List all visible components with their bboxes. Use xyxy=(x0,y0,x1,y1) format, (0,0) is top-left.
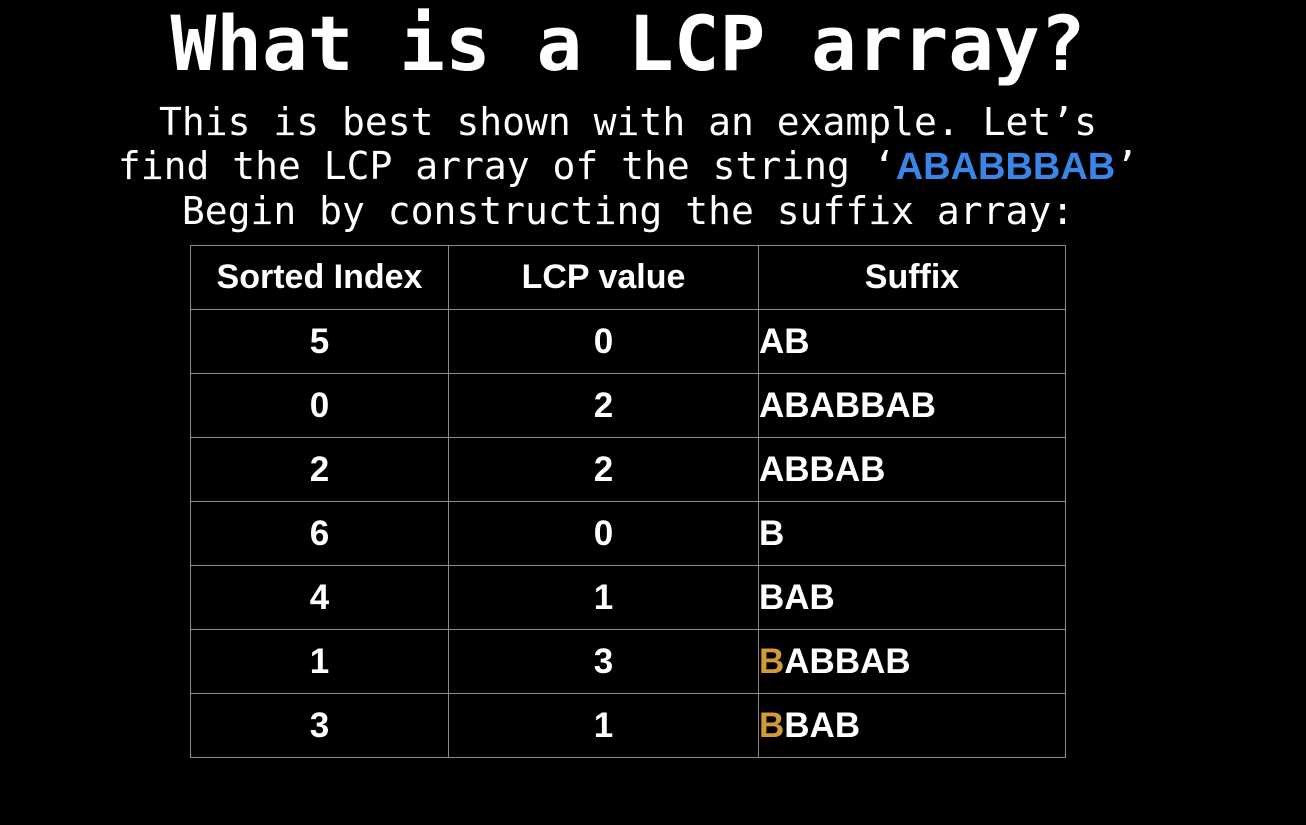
suffix-cell: BABBAB xyxy=(758,629,1066,694)
example-string: ABABBBAB xyxy=(895,146,1116,188)
lcp-value-cell: 3 xyxy=(448,629,759,694)
suffix-cell: ABBAB xyxy=(758,437,1066,502)
sorted-index-cell: 1 xyxy=(190,629,449,694)
lcp-value-cell: 2 xyxy=(448,373,759,438)
header-suffix: Suffix xyxy=(758,245,1066,310)
intro-line-2: find the LCP array of the string ‘ABABBB… xyxy=(0,144,1256,189)
suffix-cell: BBAB xyxy=(758,693,1066,758)
table-row: 6 0 B xyxy=(190,501,1066,566)
sorted-index-cell: 5 xyxy=(190,309,449,374)
suffix-cell: AB xyxy=(758,309,1066,374)
suffix-cell: ABABBAB xyxy=(758,373,1066,438)
intro-line-2-prefix: find the LCP array of the string ‘ xyxy=(117,144,896,188)
lcp-value-cell: 1 xyxy=(448,565,759,630)
suffix-cell: B xyxy=(758,501,1066,566)
suffix-rest: AB xyxy=(759,321,810,361)
sorted-index-cell: 2 xyxy=(190,437,449,502)
suffix-rest: BAB xyxy=(784,705,861,745)
intro-line-3: Begin by constructing the suffix array: xyxy=(181,189,1075,233)
suffix-rest: ABBAB xyxy=(784,641,911,681)
suffix-common-prefix: B xyxy=(759,641,785,681)
suffix-rest: ABABBAB xyxy=(759,385,936,425)
sorted-index-cell: 4 xyxy=(190,565,449,630)
intro-line-1: This is best shown with an example. Let’… xyxy=(159,100,1097,144)
suffix-common-prefix: B xyxy=(759,705,785,745)
table-row: 2 2 ABBAB xyxy=(190,437,1066,502)
header-lcp-value: LCP value xyxy=(448,245,759,310)
table-row: 4 1 BAB xyxy=(190,565,1066,630)
lcp-value-cell: 2 xyxy=(448,437,759,502)
suffix-rest: B xyxy=(759,513,785,553)
table-row: 3 1 BBAB xyxy=(190,693,1066,758)
suffix-cell: BAB xyxy=(758,565,1066,630)
intro-text: This is best shown with an example. Let’… xyxy=(0,100,1256,233)
table-header-row: Sorted Index LCP value Suffix xyxy=(190,245,1066,310)
lcp-value-cell: 0 xyxy=(448,309,759,374)
suffix-array-table: Sorted Index LCP value Suffix 5 0 AB 0 2… xyxy=(190,245,1066,758)
suffix-rest: ABBAB xyxy=(759,449,886,489)
table-row: 0 2 ABABBAB xyxy=(190,373,1066,438)
intro-line-2-suffix: ’ xyxy=(1115,144,1139,188)
sorted-index-cell: 6 xyxy=(190,501,449,566)
slide-title: What is a LCP array? xyxy=(170,0,1086,88)
table-row: 5 0 AB xyxy=(190,309,1066,374)
sorted-index-cell: 0 xyxy=(190,373,449,438)
sorted-index-cell: 3 xyxy=(190,693,449,758)
header-sorted-index: Sorted Index xyxy=(190,245,449,310)
suffix-rest: BAB xyxy=(759,577,835,617)
table-row: 1 3 BABBAB xyxy=(190,629,1066,694)
lcp-value-cell: 0 xyxy=(448,501,759,566)
lcp-value-cell: 1 xyxy=(448,693,759,758)
